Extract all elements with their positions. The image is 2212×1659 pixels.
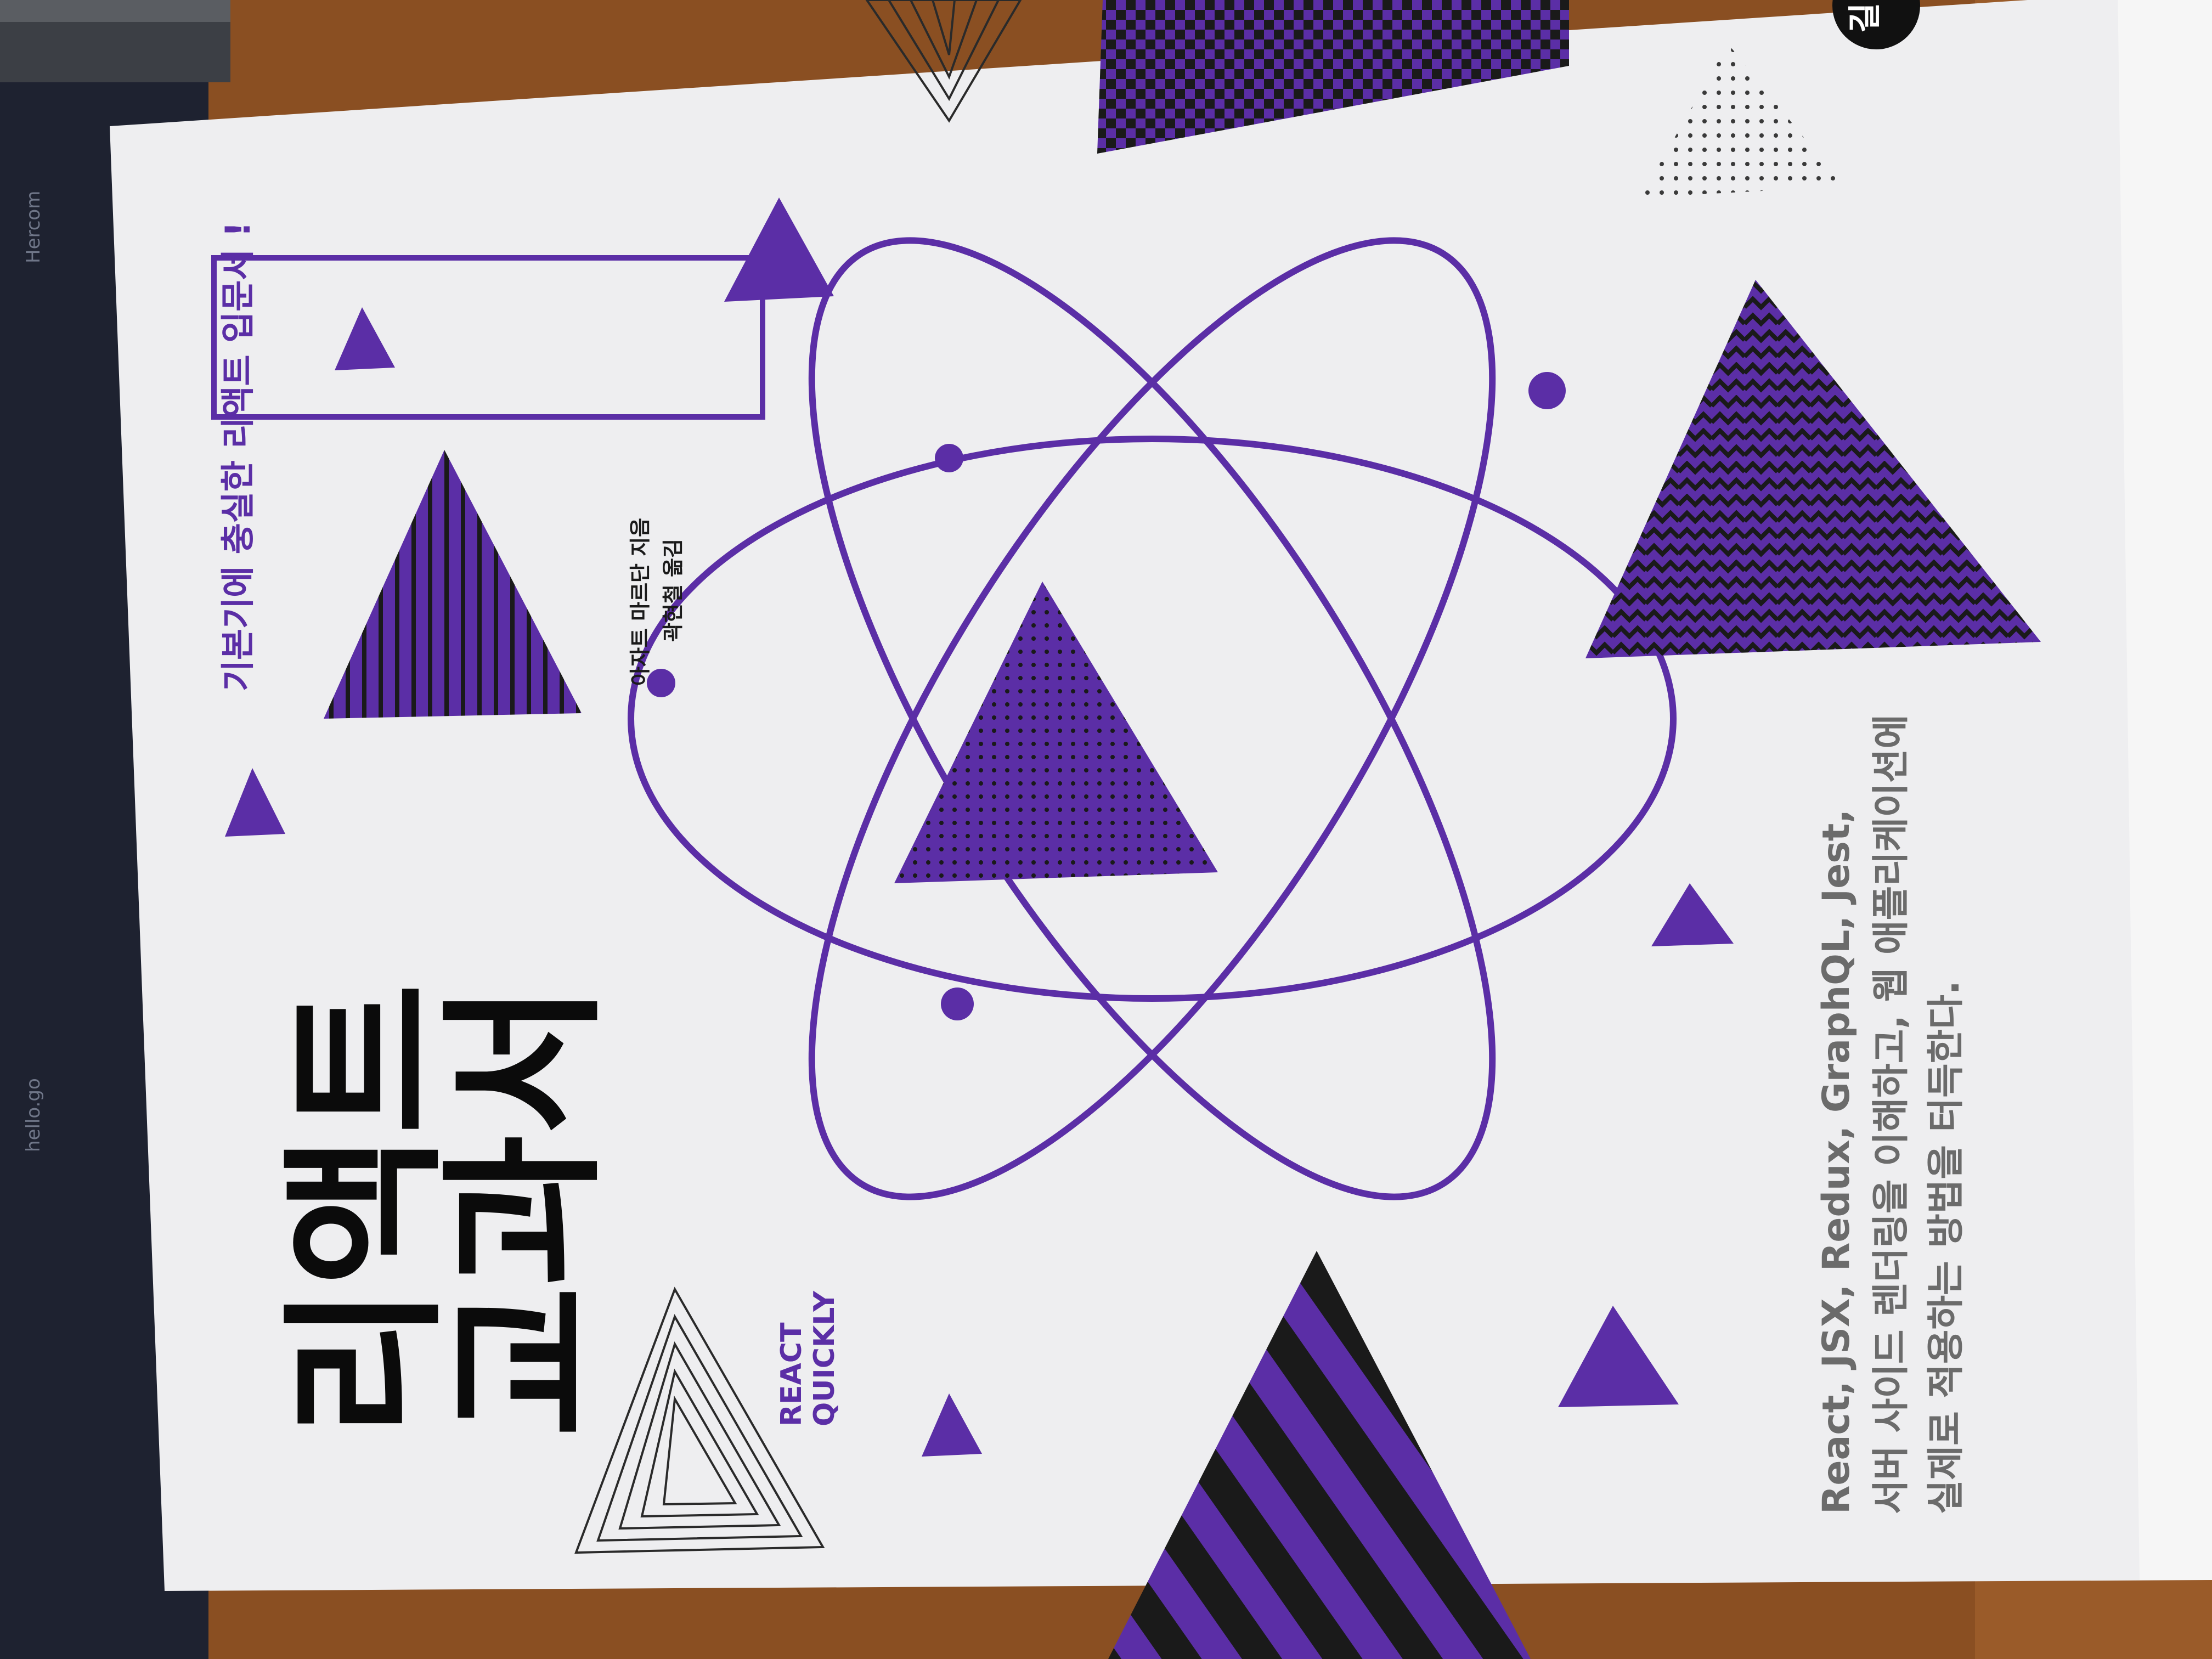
electron-dot	[935, 444, 963, 472]
english-title-line2: QUICKLY	[808, 1290, 841, 1426]
blurb-line3: 실제로 적용하는 방법을 터득한다.	[1925, 980, 1968, 1514]
tagline-text: 기본기에 충실한 리액트 입문서 !	[218, 222, 258, 691]
publisher-mark: 길	[1846, 3, 1884, 33]
translator-text: 곽현철 옮김	[661, 539, 685, 642]
english-title-line1: REACT	[775, 1322, 808, 1426]
blurb-line1: React, JSX, Redux, GraphQL, Jest,	[1815, 809, 1858, 1514]
author-text: 아자트 마르단 지음	[628, 518, 652, 686]
screen-text-hello: hello.go	[22, 1078, 44, 1152]
electron-dot	[941, 988, 974, 1020]
title-line2: 교과서	[429, 983, 620, 1437]
screen-text-hercom: Hercom	[22, 191, 44, 263]
blurb-line2: 서버 사이드 렌더링을 이해하고, 웹 애플리케이션에	[1870, 714, 1913, 1514]
electron-dot	[1528, 372, 1566, 409]
photo-scene: hello.go Hercom 기본기에 충실한 리액트 입문서 ! 아자트 마…	[0, 0, 2212, 1659]
